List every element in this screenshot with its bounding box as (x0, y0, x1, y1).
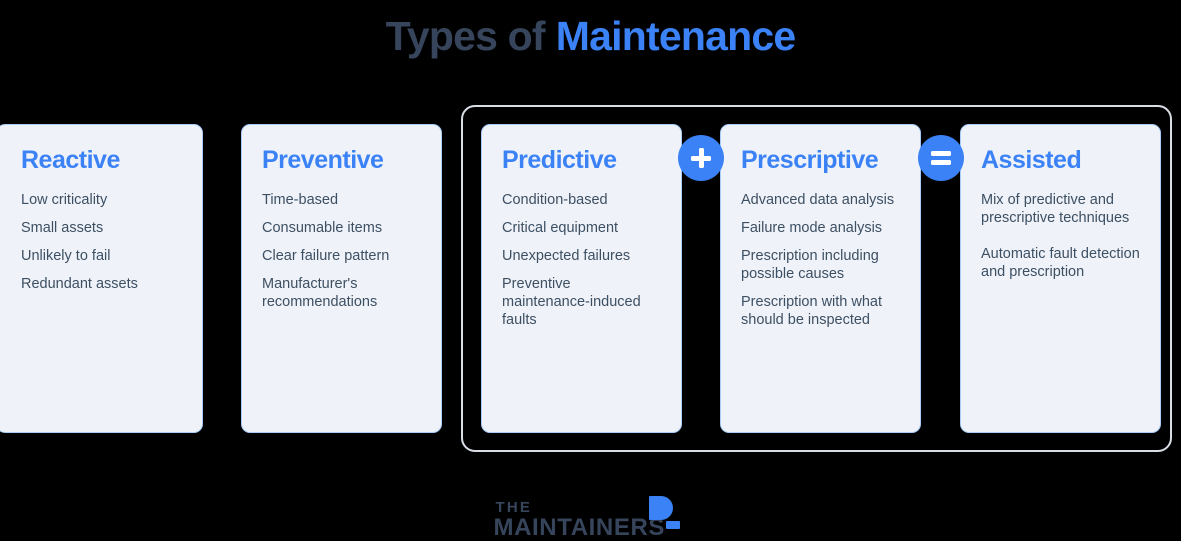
list-item: Prescription including possible causes (741, 248, 879, 282)
card-assisted-bullets: Mix of predictive and prescriptive techn… (981, 191, 1140, 281)
card-reactive-bullets: Low criticality Small assets Unlikely to… (21, 191, 182, 293)
list-item: Small assets (21, 220, 104, 236)
card-predictive-content: Predictive Condition-based Critical equi… (482, 125, 681, 329)
operator-badge-plus (678, 135, 724, 181)
list-item: Low criticality (21, 192, 108, 208)
list-item: Clear failure pattern (262, 248, 390, 264)
brand-logo: THE MAINTAINERS (0, 496, 1181, 540)
card-prescriptive-bullets: Advanced data analysis Failure mode anal… (741, 191, 900, 329)
card-preventive[interactable]: Preventive Time-based Consumable items C… (241, 124, 442, 433)
card-assisted-content: Assisted Mix of predictive and prescript… (961, 125, 1160, 281)
list-item: Failure mode analysis (741, 220, 883, 236)
card-preventive-bullets: Time-based Consumable items Clear failur… (262, 191, 421, 311)
card-prescriptive-content: Prescriptive Advanced data analysis Fail… (721, 125, 920, 329)
list-item: Prescription with what should be inspect… (741, 294, 883, 328)
equals-icon (931, 151, 951, 165)
card-preventive-heading: Preventive (262, 146, 384, 174)
plus-icon (691, 148, 711, 168)
card-prescriptive-heading: Prescriptive (741, 146, 879, 174)
page-title-prefix: Types of (385, 13, 546, 59)
card-preventive-content: Preventive Time-based Consumable items C… (242, 125, 441, 311)
operator-badge-equals (918, 135, 964, 181)
list-item: Critical equipment (502, 220, 619, 236)
card-predictive-heading: Predictive (502, 146, 617, 174)
brand-logo-line2: MAINTAINERS (493, 514, 665, 541)
page-title-highlight: Maintenance (555, 13, 796, 59)
list-item: Automatic fault detection and prescripti… (981, 246, 1140, 280)
brand-logo-line1: THE (495, 499, 533, 516)
card-prescriptive[interactable]: Prescriptive Advanced data analysis Fail… (720, 124, 921, 433)
list-item: Unexpected failures (502, 248, 631, 264)
card-reactive-heading: Reactive (21, 146, 120, 174)
card-reactive[interactable]: Reactive Low criticality Small assets Un… (0, 124, 203, 433)
list-item: Manufacturer's recommendations (262, 276, 378, 310)
list-item: Unlikely to fail (21, 248, 111, 264)
equals-icon-bar-top (931, 151, 951, 156)
list-item: Mix of predictive and prescriptive techn… (981, 192, 1130, 226)
list-item: Time-based (262, 192, 339, 208)
list-item: Condition-based (502, 192, 608, 208)
card-assisted[interactable]: Assisted Mix of predictive and prescript… (960, 124, 1161, 433)
card-predictive[interactable]: Predictive Condition-based Critical equi… (481, 124, 682, 433)
card-predictive-bullets: Condition-based Critical equipment Unexp… (502, 191, 661, 329)
quarter-circle-mark-icon (648, 496, 673, 520)
list-item: Preventive maintenance-induced faults (502, 276, 641, 328)
logo-bar-mark-icon (665, 521, 680, 529)
card-assisted-heading: Assisted (981, 146, 1082, 174)
equals-icon-bar-bottom (931, 160, 951, 165)
brand-logo-wrap: THE MAINTAINERS (494, 496, 688, 540)
page-title: Types of Maintenance (0, 8, 1181, 64)
list-item: Redundant assets (21, 276, 138, 292)
card-reactive-content: Reactive Low criticality Small assets Un… (0, 125, 202, 293)
list-item: Consumable items (262, 220, 383, 236)
list-item: Advanced data analysis (741, 192, 895, 208)
